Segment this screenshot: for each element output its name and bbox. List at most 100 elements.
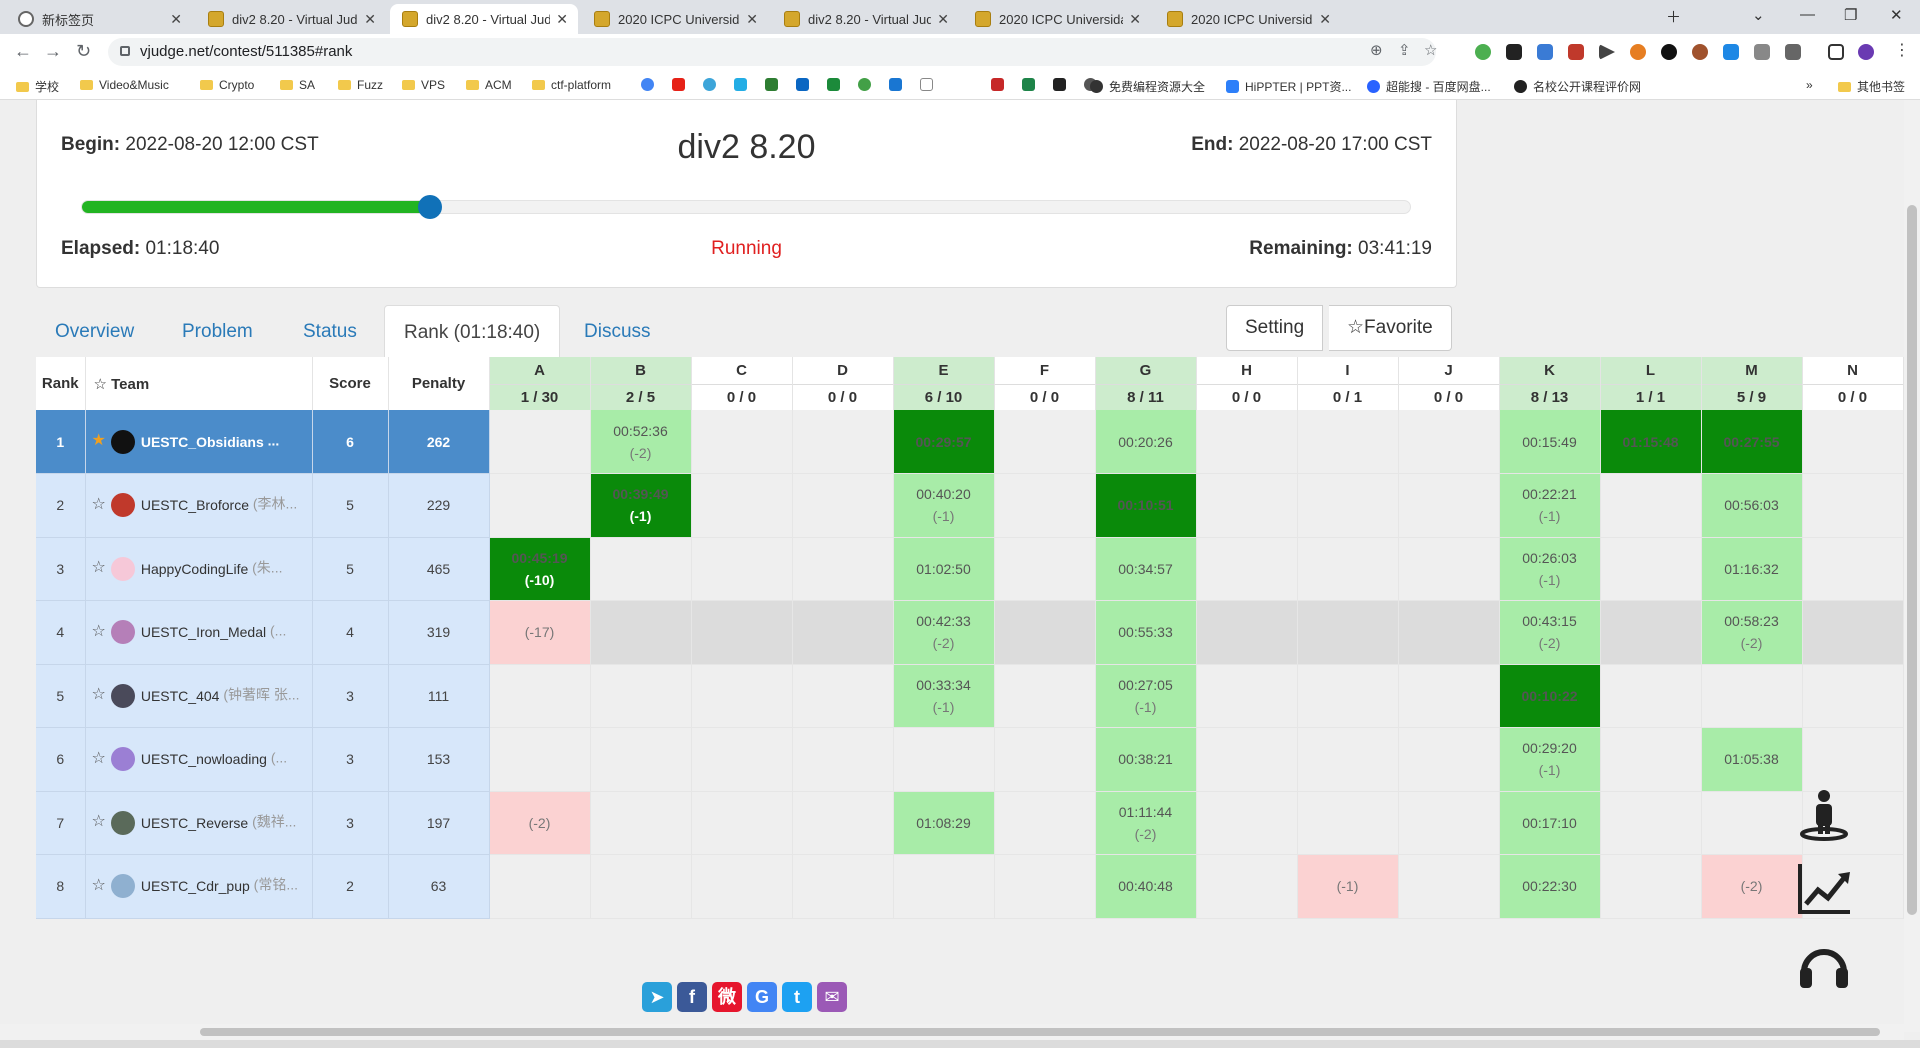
team-name[interactable]: UESTC_Iron_Medal [141,624,266,640]
team-cell[interactable]: ☆ UESTC_404 (钟著晖 张... [85,664,313,728]
problem-header-k[interactable]: K [1499,357,1601,384]
star-icon[interactable]: ☆ [92,623,106,640]
bookmark-site[interactable] [703,78,722,91]
extension-icon[interactable] [1475,44,1491,60]
team-name[interactable]: HappyCodingLife [141,561,248,577]
close-tab-icon[interactable]: ✕ [1319,11,1331,28]
extension-icon[interactable] [1568,44,1584,60]
email-share-icon[interactable]: ✉ [817,982,847,1012]
rank-header[interactable]: Rank [36,357,86,410]
extension-icon[interactable] [1537,44,1553,60]
menu-icon[interactable]: ⋮ [1894,40,1910,59]
star-icon[interactable]: ☆ [92,559,106,576]
google-share-icon[interactable]: G [747,982,777,1012]
team-cell[interactable]: ★ UESTC_Obsidians ... [85,410,313,474]
bookmark-folder[interactable]: ctf-platform [532,78,611,92]
problem-cell[interactable]: (-2) [1701,854,1803,919]
tab-search-icon[interactable]: ⌄ [1752,6,1765,24]
problem-cell[interactable]: 00:15:49 [1499,410,1601,474]
reload-icon[interactable]: ↻ [76,41,91,62]
zoom-icon[interactable]: ⊕ [1370,41,1383,59]
extension-icon[interactable] [1506,44,1522,60]
tab-overview[interactable]: Overview [36,305,153,357]
problem-cell[interactable]: 00:38:21 [1095,727,1197,792]
bookmark-folder[interactable]: SA [280,78,315,92]
browser-tab[interactable]: 2020 ICPC Universidad Nacion ✕ [1155,4,1341,34]
rank-row[interactable]: 4 ☆ UESTC_Iron_Medal (... 4 319 (-17) 00:42:33… [36,600,1904,665]
problem-cell[interactable]: 00:29:20 (-1) [1499,727,1601,792]
problem-header-m[interactable]: M [1701,357,1803,384]
problem-header-f[interactable]: F [994,357,1096,384]
headphones-icon[interactable] [1796,936,1852,992]
problem-cell[interactable]: (-2) [489,791,591,855]
sidepanel-icon[interactable] [1828,44,1844,60]
team-header[interactable]: ☆ Team [85,357,313,410]
weibo-share-icon[interactable]: 微 [712,982,742,1012]
rank-row[interactable]: 2 ☆ UESTC_Broforce (李林... 5 229 00:39:49 (-1) 0… [36,473,1904,538]
extension-icon[interactable] [1754,44,1770,60]
close-tab-icon[interactable]: ✕ [364,11,376,28]
bookmark-site[interactable] [920,78,939,91]
extension-icon[interactable] [1630,44,1646,60]
bookmark-course-review[interactable]: 名校公开课程评价网 [1514,78,1641,95]
problem-cell[interactable]: 00:34:57 [1095,537,1197,601]
telegram-share-icon[interactable]: ➤ [642,982,672,1012]
star-icon[interactable]: ☆ [92,877,106,894]
bookmark-star-icon[interactable]: ☆ [1424,41,1437,59]
team-name[interactable]: UESTC_404 [141,688,220,704]
problem-header-h[interactable]: H [1196,357,1298,384]
problem-cell[interactable]: 00:43:15 (-2) [1499,600,1601,665]
team-cell[interactable]: ☆ UESTC_nowloading (... [85,727,313,792]
extension-icon[interactable] [1661,44,1677,60]
rank-row[interactable]: 8 ☆ UESTC_Cdr_pup (常铭... 2 63 00:40:48 (-1) 00:… [36,854,1904,919]
share-icon[interactable]: ⇪ [1398,41,1411,59]
problem-cell[interactable]: 00:10:51 [1095,473,1197,538]
extension-icon[interactable] [1723,44,1739,60]
problem-header-n[interactable]: N [1802,357,1904,384]
problem-header-e[interactable]: E [893,357,995,384]
problem-header-i[interactable]: I [1297,357,1399,384]
problem-cell[interactable]: 00:29:57 [893,410,995,474]
bookmark-site[interactable] [1053,78,1072,91]
problem-cell[interactable]: 00:56:03 [1701,473,1803,538]
team-cell[interactable]: ☆ UESTC_Cdr_pup (常铭... [85,854,313,919]
rank-row[interactable]: 6 ☆ UESTC_nowloading (... 3 153 00:38:21 00:29… [36,727,1904,792]
twitter-share-icon[interactable]: t [782,982,812,1012]
close-tab-icon[interactable]: ✕ [1129,11,1141,28]
bookmark-folder[interactable]: 学校 [16,78,59,95]
problem-cell[interactable]: 00:40:20 (-1) [893,473,995,538]
problem-header-b[interactable]: B [590,357,692,384]
bookmark-site[interactable] [1022,78,1041,91]
bookmark-folder[interactable]: Video&Music [80,78,169,92]
browser-tab[interactable]: div2 8.20 - Virtual Judge ✕ [196,4,386,34]
browser-tab[interactable]: div2 8.20 - Virtual Judge ✕ [772,4,959,34]
minimize-icon[interactable]: — [1800,6,1815,23]
problem-cell[interactable]: 00:52:36 (-2) [590,410,692,474]
vertical-scroll-thumb[interactable] [1907,205,1917,915]
team-cell[interactable]: ☆ HappyCodingLife (朱... [85,537,313,601]
problem-cell[interactable]: 00:55:33 [1095,600,1197,665]
team-name[interactable]: UESTC_Broforce [141,497,249,513]
tab-discuss[interactable]: Discuss [565,305,670,357]
bookmark-folder-other[interactable]: 其他书签 [1838,78,1905,95]
team-cell[interactable]: ☆ UESTC_Reverse (魏祥... [85,791,313,855]
team-name[interactable]: UESTC_Cdr_pup [141,878,250,894]
rank-row[interactable]: 7 ☆ UESTC_Reverse (魏祥... 3 197 (-2) 01:08:29 01… [36,791,1904,855]
star-icon[interactable]: ☆ [92,750,106,767]
problem-cell[interactable]: 00:45:19 (-10) [489,537,591,601]
trend-chart-icon[interactable] [1796,860,1852,916]
tab-problem[interactable]: Problem [163,305,272,357]
browser-tab[interactable]: 2020 ICPC Universidad Nacion ✕ [582,4,768,34]
bookmarks-overflow-icon[interactable]: » [1806,78,1813,92]
problem-cell[interactable]: 01:05:38 [1701,727,1803,792]
team-name[interactable]: UESTC_nowloading [141,751,267,767]
problem-cell[interactable]: 00:22:30 [1499,854,1601,919]
team-name[interactable]: UESTC_Reverse [141,815,248,831]
bookmark-site[interactable] [858,78,877,91]
bookmark-folder[interactable]: ACM [466,78,512,92]
problem-header-j[interactable]: J [1398,357,1500,384]
url-input[interactable]: vjudge.net/contest/511385#rank [108,38,1436,66]
rank-row[interactable]: 3 ☆ HappyCodingLife (朱... 5 465 00:45:19 (-10)… [36,537,1904,601]
bookmark-site-google[interactable] [641,78,660,91]
problem-header-g[interactable]: G [1095,357,1197,384]
